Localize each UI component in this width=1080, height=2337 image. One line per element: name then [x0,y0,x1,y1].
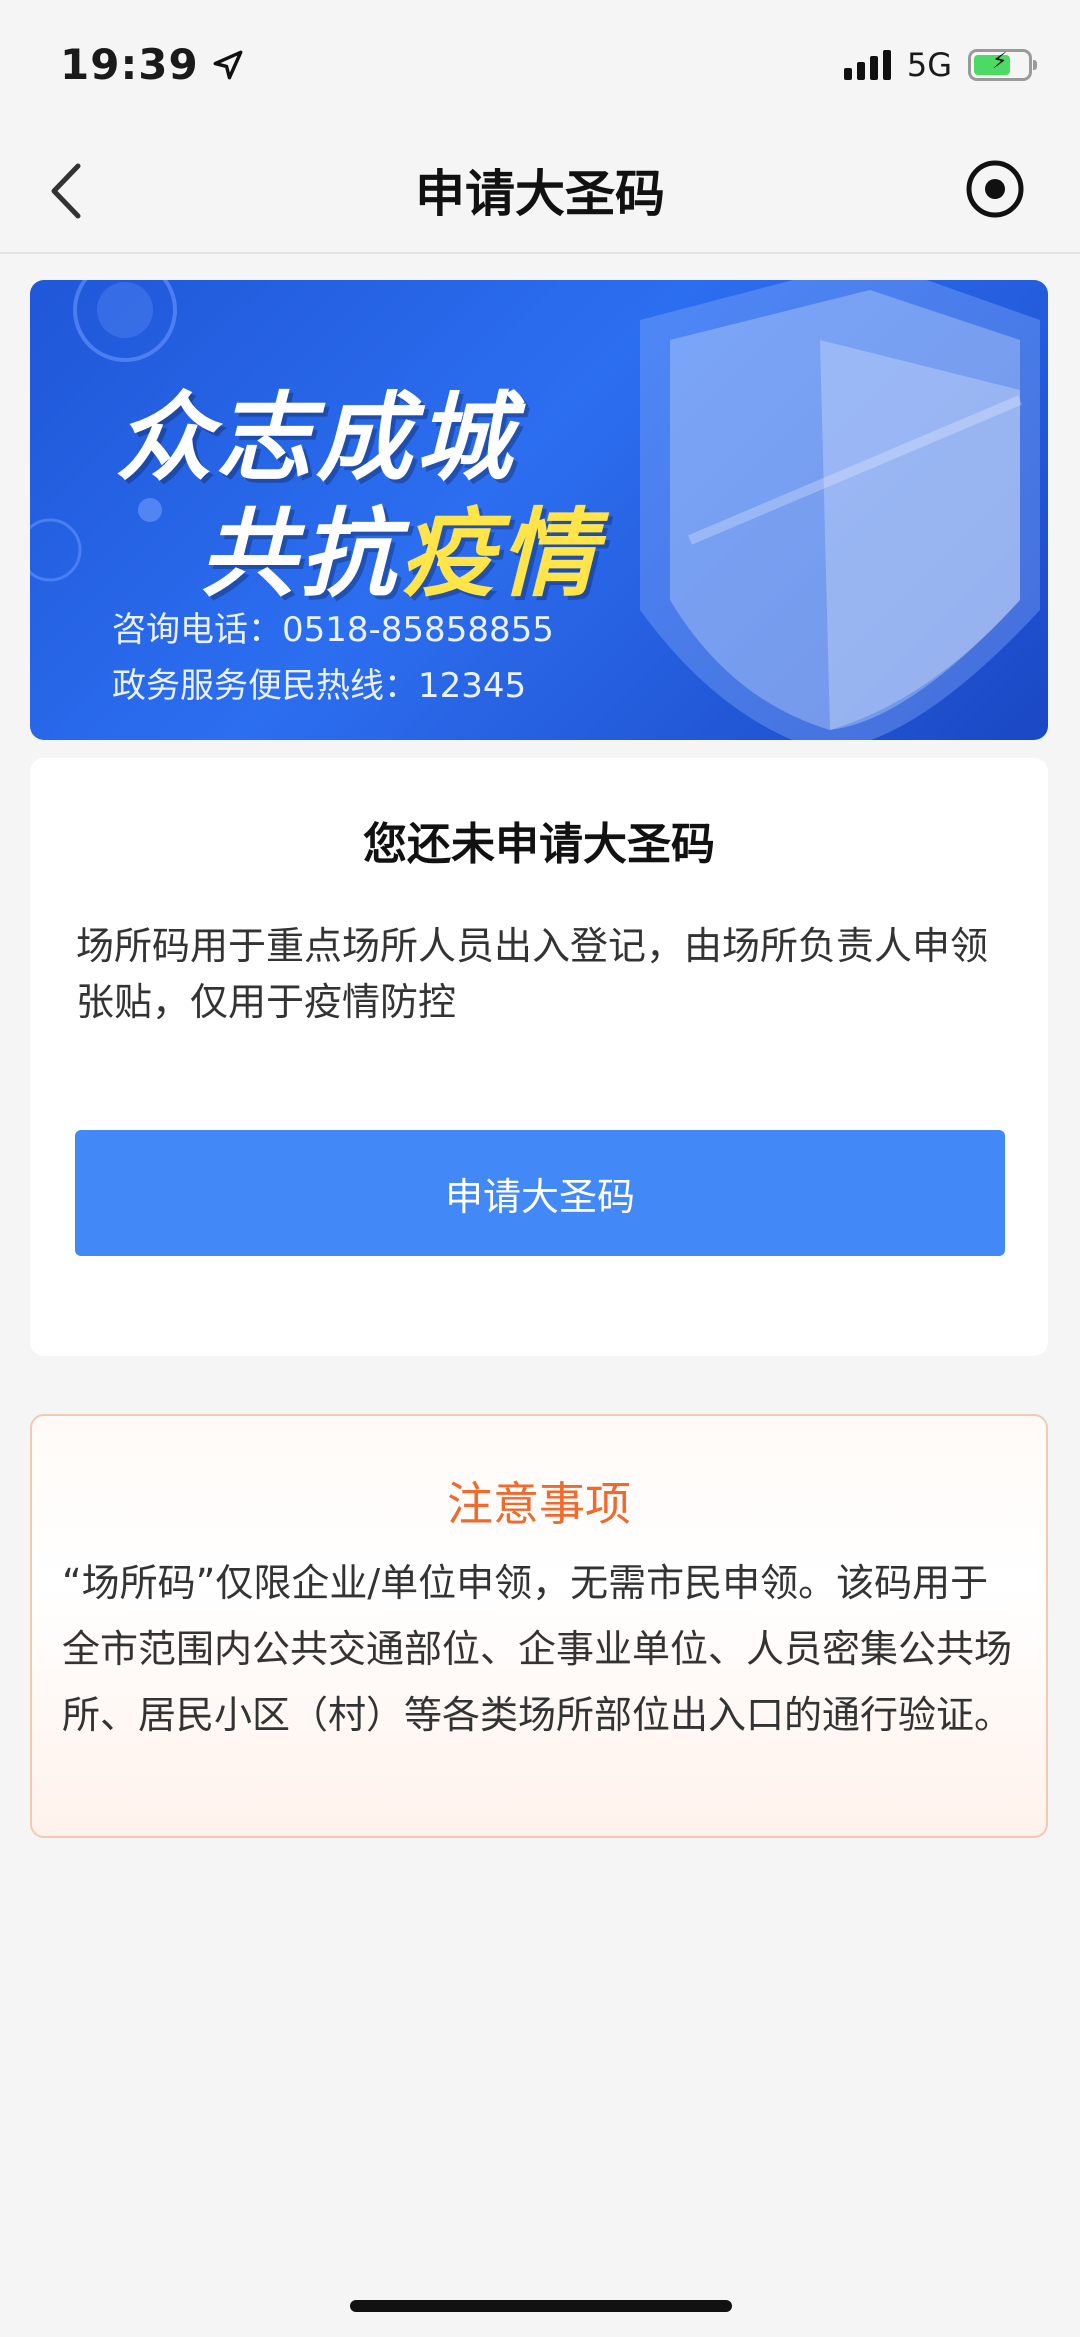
page-title: 申请大圣码 [415,165,665,223]
location-arrow-icon [213,50,243,79]
card-title: 您还未申请大圣码 [363,819,715,870]
status-indicators: 5G ⚡ [843,46,1037,84]
apply-button[interactable]: 申请大圣码 [75,1130,1005,1256]
nav-bar: 申请大圣码 [0,130,1080,254]
status-time-group: 19:39 [60,40,245,89]
notice-panel: 注意事项 “场所码”仅限企业/单位申领，无需市民申领。该码用于全市范围内公共交通… [30,1414,1048,1838]
home-indicator[interactable] [350,2300,732,2312]
promo-banner: 众志成城 共抗疫情 咨询电话：0518-85858855 政务服务便民热线：12… [30,280,1048,740]
banner-hotline: 政务服务便民热线：12345 [112,666,527,706]
notice-title: 注意事项 [447,1477,631,1531]
notice-body: “场所码”仅限企业/单位申领，无需市民申领。该码用于全市范围内公共交通部位、企事… [62,1561,1013,1737]
banner-phone: 咨询电话：0518-85858855 [112,610,554,650]
status-time: 19:39 [60,40,199,89]
card-description: 场所码用于重点场所人员出入登记，由场所负责人申领张贴，仅用于疫情防控 [76,924,989,1024]
target-icon[interactable] [964,158,1026,220]
network-label: 5G [906,46,952,84]
apply-card: 您还未申请大圣码 场所码用于重点场所人员出入登记，由场所负责人申领张贴，仅用于疫… [30,758,1048,1356]
battery-charging-icon: ⚡ [968,49,1037,81]
signal-icon [843,50,891,80]
status-bar: 19:39 5G ⚡ [0,0,1080,130]
banner-slogan-line2: 共抗疫情 [200,498,600,610]
